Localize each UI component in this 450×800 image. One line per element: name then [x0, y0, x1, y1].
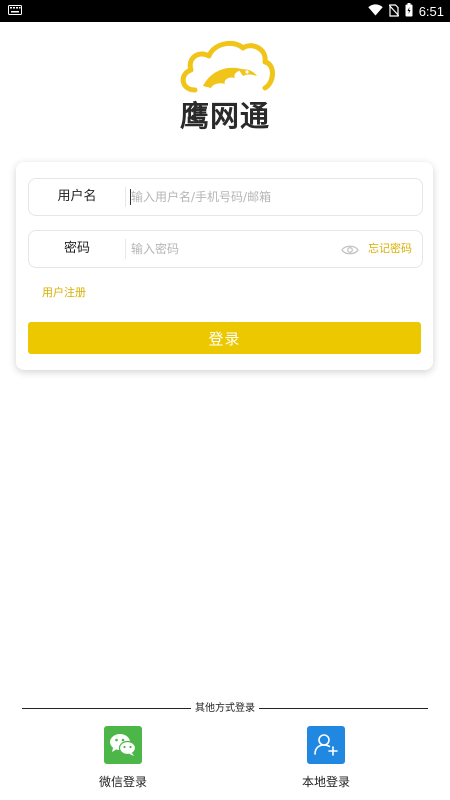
local-login-option[interactable]: 本地登录	[296, 726, 356, 790]
wifi-icon	[367, 4, 383, 20]
username-input[interactable]	[131, 179, 331, 215]
status-icons: 6:51	[367, 3, 444, 21]
field-divider	[125, 187, 126, 207]
no-sim-icon	[388, 3, 400, 21]
login-button[interactable]: 登录	[28, 322, 421, 354]
other-login-title: 其他方式登录	[191, 702, 259, 715]
status-bar: 6:51	[0, 0, 450, 22]
field-divider	[125, 239, 126, 259]
register-link[interactable]: 用户注册	[42, 284, 86, 300]
login-card: 用户名 密码 忘记密码 用户注册 登录	[16, 162, 433, 370]
status-time: 6:51	[418, 4, 444, 19]
password-field: 密码 忘记密码	[28, 230, 423, 268]
password-label: 密码	[63, 241, 90, 256]
forgot-password-link[interactable]: 忘记密码	[368, 231, 412, 267]
eye-icon[interactable]	[341, 242, 359, 256]
password-input[interactable]	[131, 231, 331, 267]
username-label: 用户名	[57, 189, 97, 204]
logo-text: 鹰网通	[179, 99, 270, 133]
local-login-label: 本地登录	[301, 775, 350, 789]
battery-icon	[405, 3, 413, 21]
login-screen: 6:51 鹰网通 用户名 密码	[0, 0, 450, 800]
keyboard-icon	[8, 4, 22, 16]
wechat-icon	[104, 726, 142, 764]
wechat-login-label: 微信登录	[98, 775, 147, 789]
app-logo: 鹰网通	[173, 40, 277, 133]
username-field: 用户名	[28, 178, 423, 216]
wechat-login-option[interactable]: 微信登录	[93, 726, 153, 790]
add-user-icon	[307, 726, 345, 764]
